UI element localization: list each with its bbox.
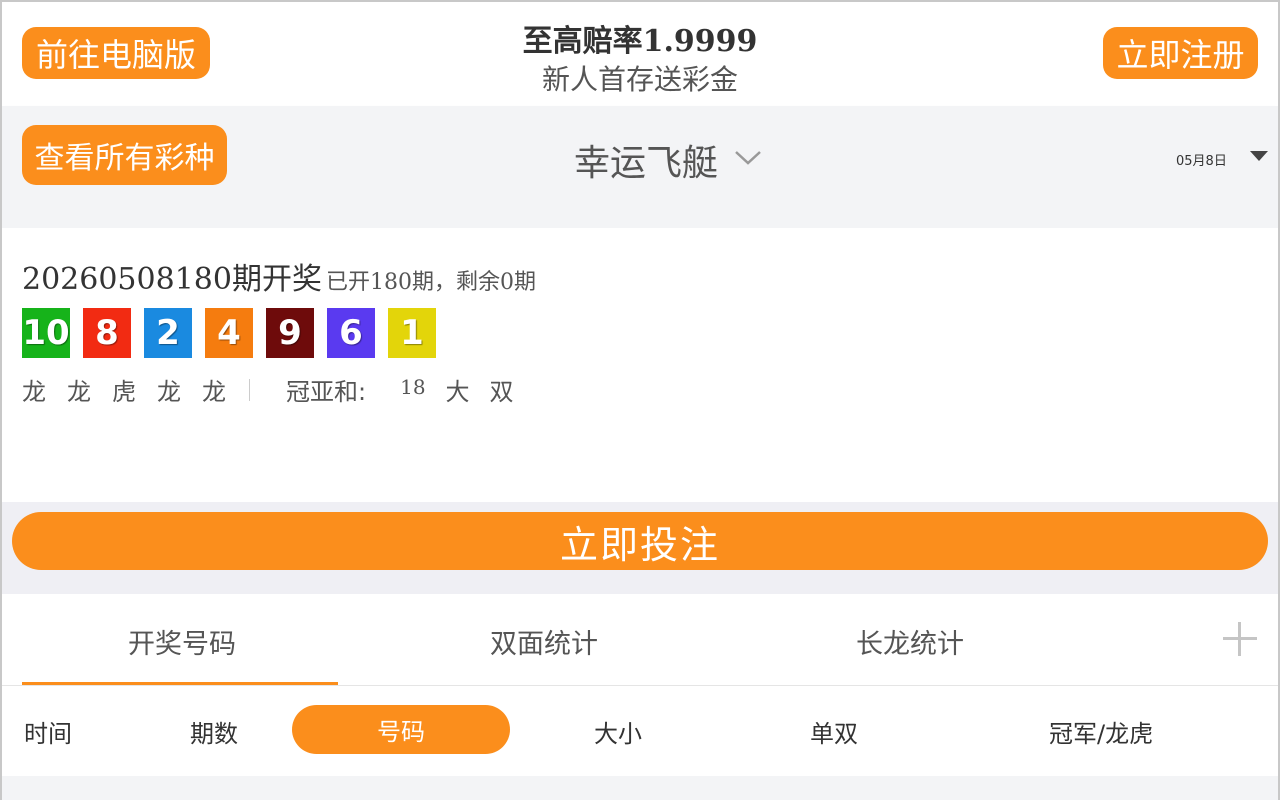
section-gap <box>2 208 1278 228</box>
subtab-period[interactable]: 期数 <box>190 714 238 749</box>
draw-period-suffix: 期开奖 <box>231 262 322 297</box>
subtab-number[interactable]: 号码 <box>292 705 510 754</box>
sum-size: 大 <box>445 378 470 406</box>
result-tabs: 开奖号码 双面统计 长龙统计 <box>2 594 1278 686</box>
dragon-tiger-result: 虎 <box>112 378 136 406</box>
bet-now-button[interactable]: 立即投注 <box>12 512 1268 570</box>
tab-long-dragon-stats[interactable]: 长龙统计 <box>856 622 964 661</box>
sum-value: 18 <box>400 374 426 399</box>
subtab-champion-dragon-tiger[interactable]: 冠军/龙虎 <box>1049 714 1153 749</box>
page-frame: 前往电脑版 至高赔率1.9999 新人首存送彩金 立即注册 查看所有彩种 幸运飞… <box>0 0 1280 800</box>
result-ball: 10 <box>22 308 70 358</box>
tab-draw-numbers[interactable]: 开奖号码 <box>128 622 236 661</box>
sum-label: 冠亚和: <box>286 378 367 406</box>
tab-two-side-stats[interactable]: 双面统计 <box>490 622 598 661</box>
subtab-time[interactable]: 时间 <box>24 714 72 749</box>
chevron-down-icon[interactable] <box>733 146 763 168</box>
date-selector[interactable]: 05月8日 <box>1176 150 1227 169</box>
lottery-bar: 查看所有彩种 幸运飞艇 05月8日 <box>2 106 1278 208</box>
draw-result-panel: 20260508180期开奖 已开180期，剩余0期 10 8 2 4 9 6 1 龙龙虎龙龙… <box>2 228 1278 502</box>
result-ball: 8 <box>83 308 131 358</box>
dragon-tiger-result: 龙 <box>22 378 46 406</box>
result-ball: 9 <box>266 308 314 358</box>
subtab-size[interactable]: 大小 <box>594 714 642 749</box>
result-ball: 4 <box>205 308 253 358</box>
sum-parity: 双 <box>489 378 514 406</box>
draw-stats: 龙龙虎龙龙冠亚和: 18 大双 <box>22 372 534 407</box>
promo-subtitle: 新人首存送彩金 <box>541 63 738 96</box>
plus-icon[interactable] <box>1223 622 1257 656</box>
draw-period: 20260508180 <box>22 262 232 297</box>
caret-down-icon[interactable] <box>1250 151 1268 161</box>
draw-count: 已开180期，剩余0期 <box>325 270 536 295</box>
list-area-top <box>2 776 1278 800</box>
draw-heading: 20260508180期开奖 已开180期，剩余0期 <box>22 254 536 298</box>
dragon-tiger-result: 龙 <box>67 378 91 406</box>
divider <box>249 378 250 401</box>
active-tab-indicator <box>22 682 338 685</box>
dragon-tiger-result: 龙 <box>202 378 226 406</box>
register-button[interactable]: 立即注册 <box>1103 27 1258 79</box>
bet-section: 立即投注 <box>2 502 1278 594</box>
dragon-tiger-result: 龙 <box>157 378 181 406</box>
result-ball: 1 <box>388 308 436 358</box>
result-numbers: 10 8 2 4 9 6 1 <box>22 308 436 358</box>
subtab-parity[interactable]: 单双 <box>810 714 858 749</box>
lottery-name[interactable]: 幸运飞艇 <box>574 134 718 186</box>
sub-tabs: 时间 期数 号码 大小 单双 冠军/龙虎 <box>2 686 1278 776</box>
result-ball: 6 <box>327 308 375 358</box>
result-ball: 2 <box>144 308 192 358</box>
all-lotteries-button[interactable]: 查看所有彩种 <box>22 125 227 185</box>
promo-title: 至高赔率1.9999 <box>522 24 758 59</box>
top-bar: 前往电脑版 至高赔率1.9999 新人首存送彩金 立即注册 <box>2 2 1278 106</box>
